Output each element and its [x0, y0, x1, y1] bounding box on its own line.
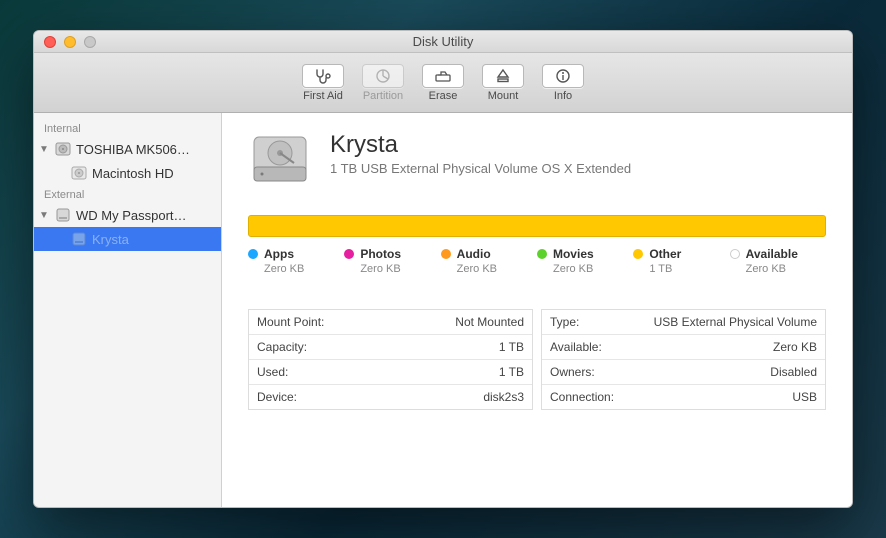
first-aid-button[interactable]: First Aid [294, 64, 352, 102]
dot-icon [344, 249, 354, 259]
pie-chart-icon [375, 68, 391, 84]
sidebar-disk-toshiba[interactable]: ▼ TOSHIBA MK506… [34, 137, 221, 161]
external-disk-icon [54, 206, 72, 224]
sidebar-disk-wd-passport[interactable]: ▼ WD My Passport… [34, 203, 221, 227]
legend-available: Available Zero KB [730, 247, 826, 275]
hard-disk-icon [70, 164, 88, 182]
info-row: Capacity:1 TB [249, 335, 532, 360]
sidebar-volume-macintosh-hd[interactable]: Macintosh HD [34, 161, 221, 185]
legend-movies: Movies Zero KB [537, 247, 633, 275]
partition-button: Partition [354, 64, 412, 102]
section-external: External [34, 185, 221, 203]
info-table-left: Mount Point:Not Mounted Capacity:1 TB Us… [248, 309, 533, 410]
disclosure-triangle-icon[interactable]: ▼ [38, 144, 50, 155]
volume-name: Krysta [330, 131, 631, 159]
dot-icon [537, 249, 547, 259]
mount-icon [496, 68, 510, 84]
volume-icon [248, 131, 312, 187]
info-row: Owners:Disabled [542, 360, 825, 385]
dot-icon [730, 249, 740, 259]
mount-button[interactable]: Mount [474, 64, 532, 102]
dot-icon [441, 249, 451, 259]
disk-utility-window: Disk Utility First Aid Partition Erase M… [33, 30, 853, 508]
hard-disk-icon [54, 140, 72, 158]
dot-icon [248, 249, 258, 259]
info-row: Used:1 TB [249, 360, 532, 385]
volume-subtitle: 1 TB USB External Physical Volume OS X E… [330, 161, 631, 176]
disclosure-triangle-icon[interactable]: ▼ [38, 210, 50, 221]
info-row: Available:Zero KB [542, 335, 825, 360]
info-row: Mount Point:Not Mounted [249, 310, 532, 335]
info-icon [555, 68, 571, 84]
stethoscope-icon [314, 68, 332, 84]
window-title: Disk Utility [34, 34, 852, 49]
section-internal: Internal [34, 119, 221, 137]
erase-button[interactable]: Erase [414, 64, 472, 102]
info-row: Type:USB External Physical Volume [542, 310, 825, 335]
legend-other: Other 1 TB [633, 247, 729, 275]
external-disk-icon [70, 230, 88, 248]
info-row: Device:disk2s3 [249, 385, 532, 409]
info-button[interactable]: Info [534, 64, 592, 102]
erase-icon [434, 69, 452, 83]
info-row: Connection:USB [542, 385, 825, 409]
dot-icon [633, 249, 643, 259]
main-panel: Krysta 1 TB USB External Physical Volume… [222, 113, 852, 507]
usage-bar [248, 215, 826, 237]
toolbar: First Aid Partition Erase Mount Info [34, 53, 852, 113]
titlebar[interactable]: Disk Utility [34, 31, 852, 53]
usage-legend: Apps Zero KB Photos Zero KB Audio Zero K… [248, 247, 826, 275]
legend-apps: Apps Zero KB [248, 247, 344, 275]
info-table-right: Type:USB External Physical Volume Availa… [541, 309, 826, 410]
sidebar-volume-krysta[interactable]: Krysta [34, 227, 221, 251]
legend-photos: Photos Zero KB [344, 247, 440, 275]
sidebar: Internal ▼ TOSHIBA MK506… Macintosh HD E… [34, 113, 222, 507]
legend-audio: Audio Zero KB [441, 247, 537, 275]
